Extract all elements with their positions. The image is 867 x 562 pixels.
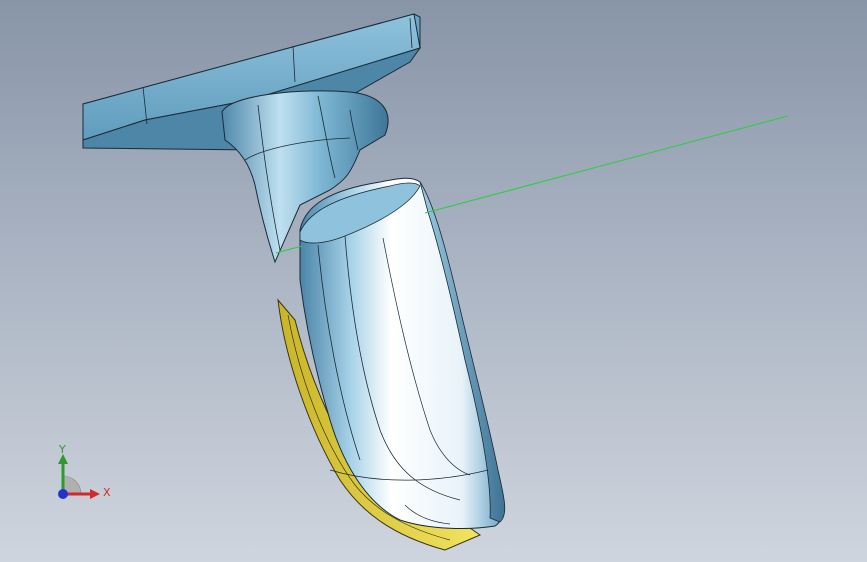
- grip-handle[interactable]: [299, 177, 506, 529]
- cad-viewport[interactable]: Y X: [0, 0, 867, 562]
- x-axis-label: X: [103, 486, 111, 499]
- 3d-model-view[interactable]: [0, 0, 867, 562]
- z-axis-dot: [58, 489, 68, 499]
- axis-triad: Y X: [40, 440, 120, 510]
- y-axis-label: Y: [59, 443, 66, 456]
